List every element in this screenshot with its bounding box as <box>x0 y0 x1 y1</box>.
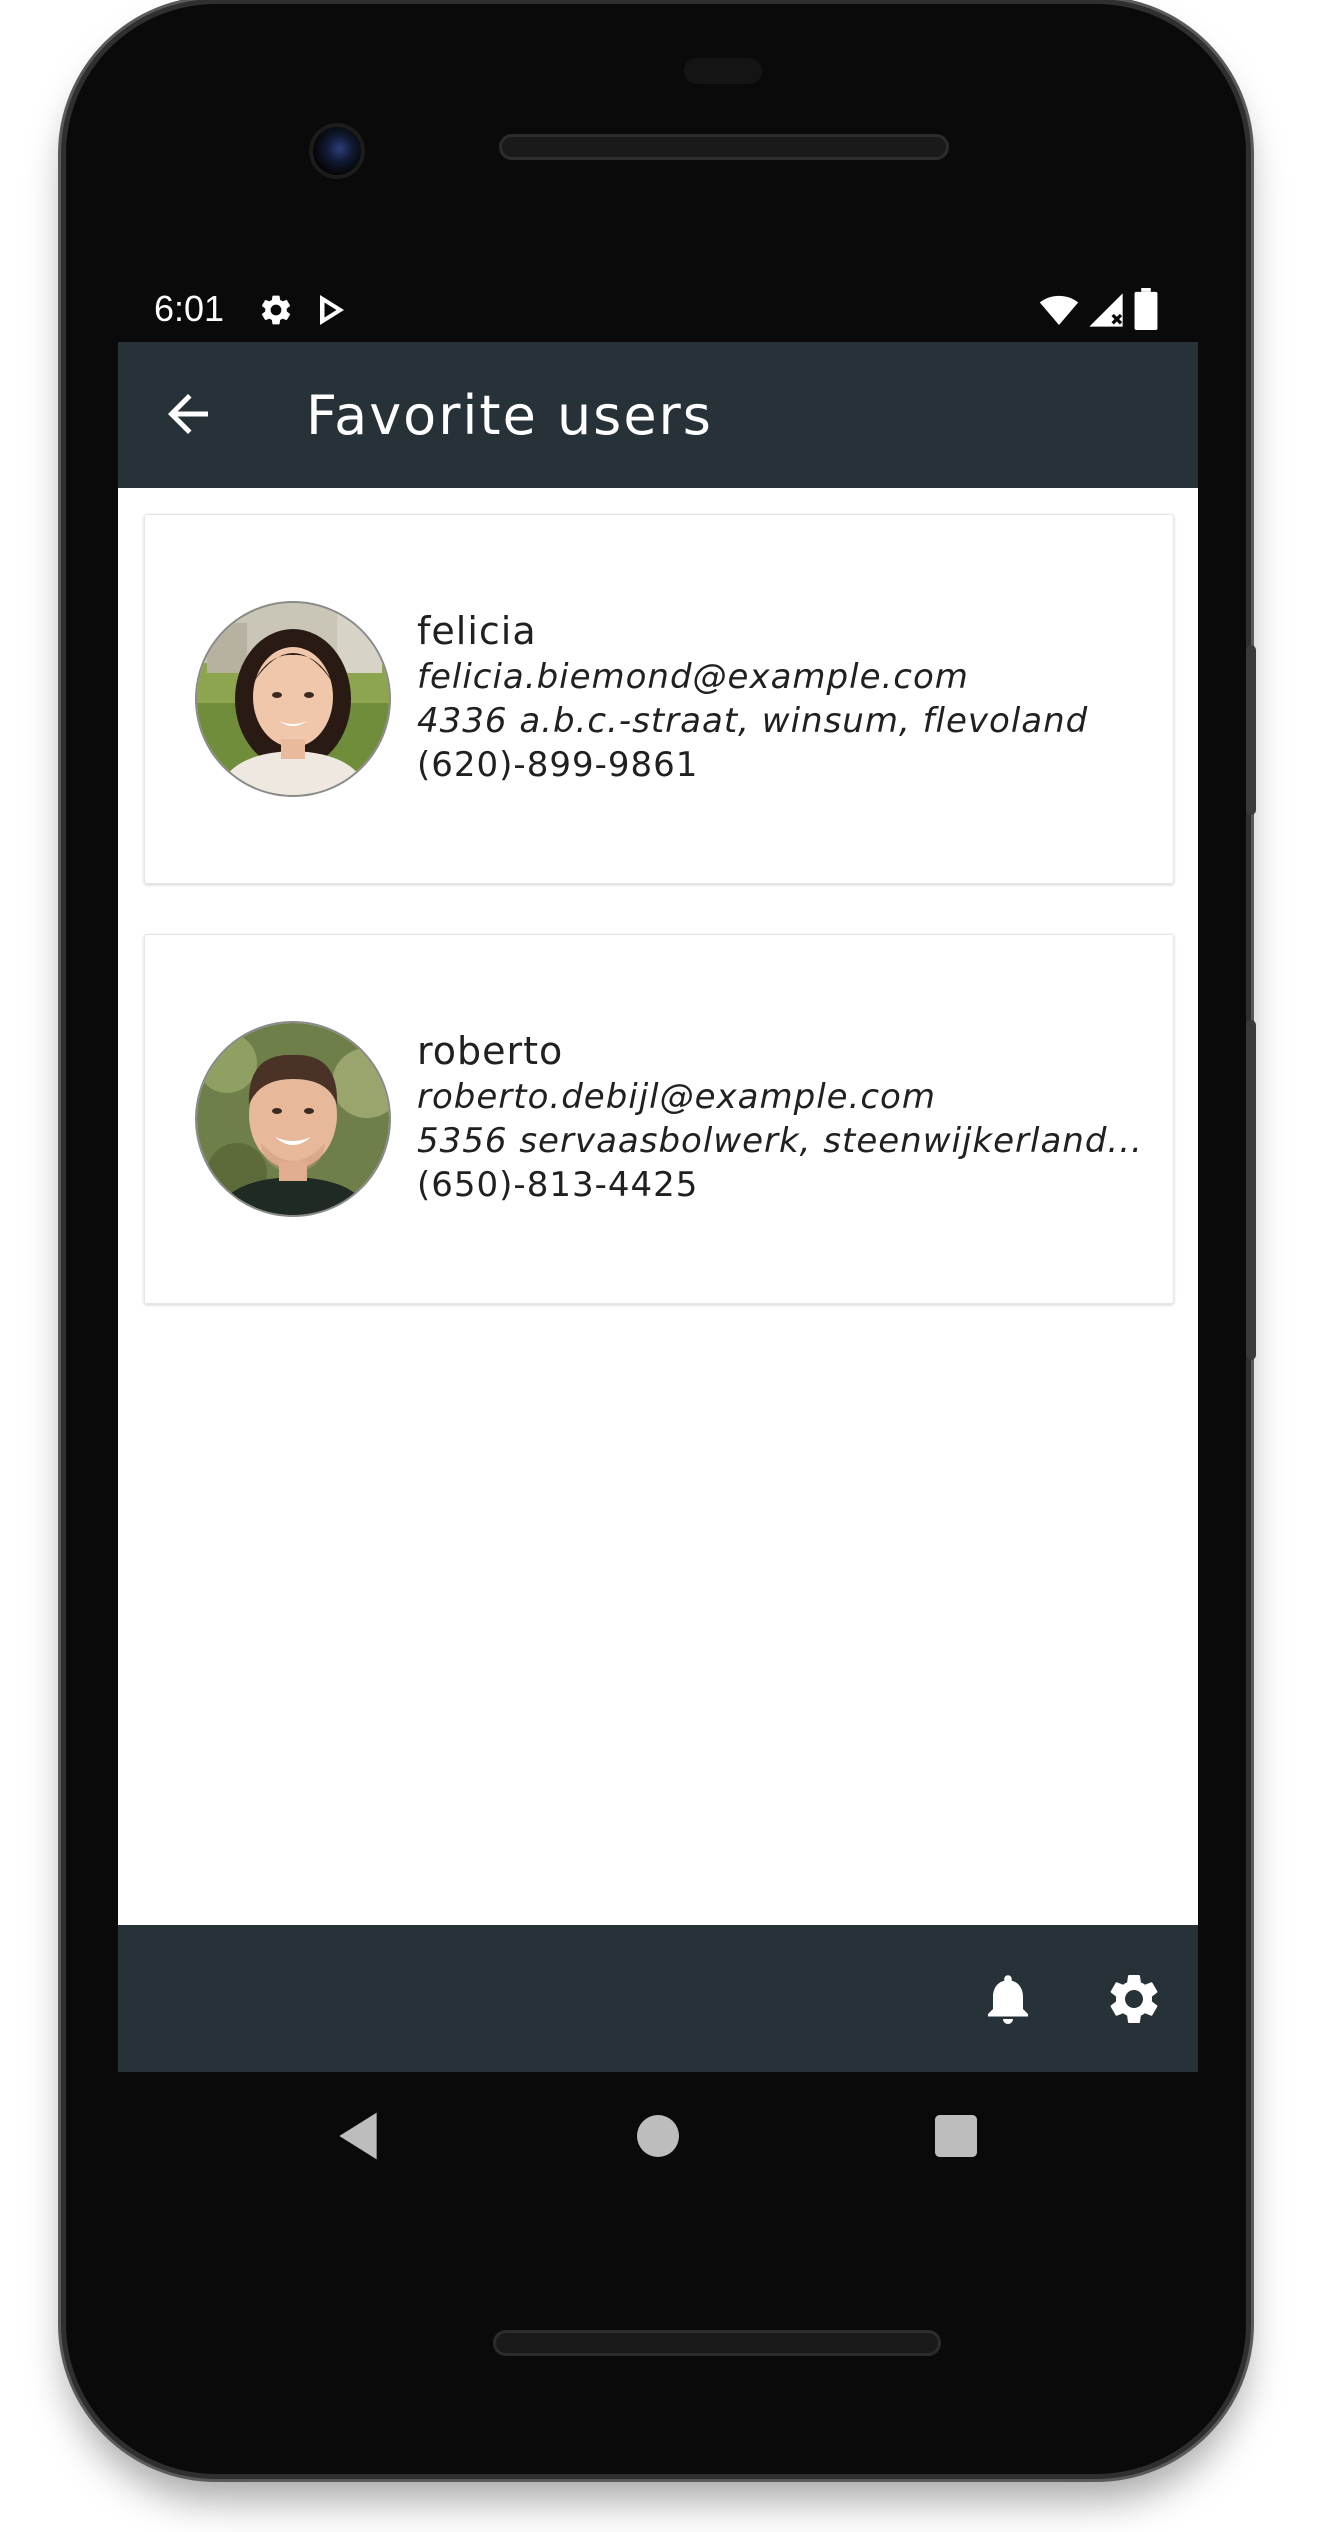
user-address: 4336 a.b.c.-straat, winsum, flevoland <box>417 701 1089 741</box>
power-button <box>1246 645 1256 815</box>
play-store-icon <box>320 295 344 325</box>
wifi-icon <box>1039 295 1079 325</box>
volume-button <box>1246 1020 1256 1360</box>
user-phone: (650)-813-4425 <box>417 1165 699 1205</box>
front-camera <box>313 127 361 175</box>
user-card[interactable]: roberto roberto.debijl@example.com 5356 … <box>144 934 1174 1304</box>
top-sensor <box>684 58 762 84</box>
user-name: felicia <box>417 609 537 653</box>
settings-icon <box>261 295 291 325</box>
earpiece-speaker <box>499 134 949 160</box>
user-avatar <box>197 1023 389 1215</box>
nav-home-icon[interactable] <box>630 2108 686 2164</box>
user-info: roberto roberto.debijl@example.com 5356 … <box>417 1027 1157 1207</box>
user-card[interactable]: felicia felicia.biemond@example.com 4336… <box>144 514 1174 884</box>
signal-icon <box>1089 293 1123 327</box>
user-phone: (620)-899-9861 <box>417 745 699 785</box>
status-bar: 6:01 <box>118 280 1198 340</box>
arrow-back-icon[interactable] <box>158 384 218 444</box>
notifications-bell-icon[interactable] <box>978 1969 1038 2029</box>
user-email: roberto.debijl@example.com <box>417 1077 936 1117</box>
nav-back-icon[interactable] <box>330 2108 386 2164</box>
app-bar: Favorite users <box>118 342 1198 488</box>
user-avatar <box>197 603 389 795</box>
settings-gear-icon[interactable] <box>1104 1969 1164 2029</box>
status-time: 6:01 <box>154 288 225 329</box>
system-nav-bar <box>118 2072 1198 2200</box>
page-title: Favorite users <box>306 384 713 447</box>
user-info: felicia felicia.biemond@example.com 4336… <box>417 607 1157 787</box>
app-screen: Favorite users felicia felicia.biemond@e… <box>118 342 1198 2072</box>
nav-recents-icon[interactable] <box>928 2108 984 2164</box>
bottom-speaker <box>493 2330 941 2356</box>
battery-icon <box>1134 288 1158 330</box>
user-address: 5356 servaasbolwerk, steenwijkerland... <box>417 1121 1143 1161</box>
user-email: felicia.biemond@example.com <box>417 657 969 697</box>
user-name: roberto <box>417 1029 564 1073</box>
bottom-app-bar <box>118 1925 1198 2072</box>
